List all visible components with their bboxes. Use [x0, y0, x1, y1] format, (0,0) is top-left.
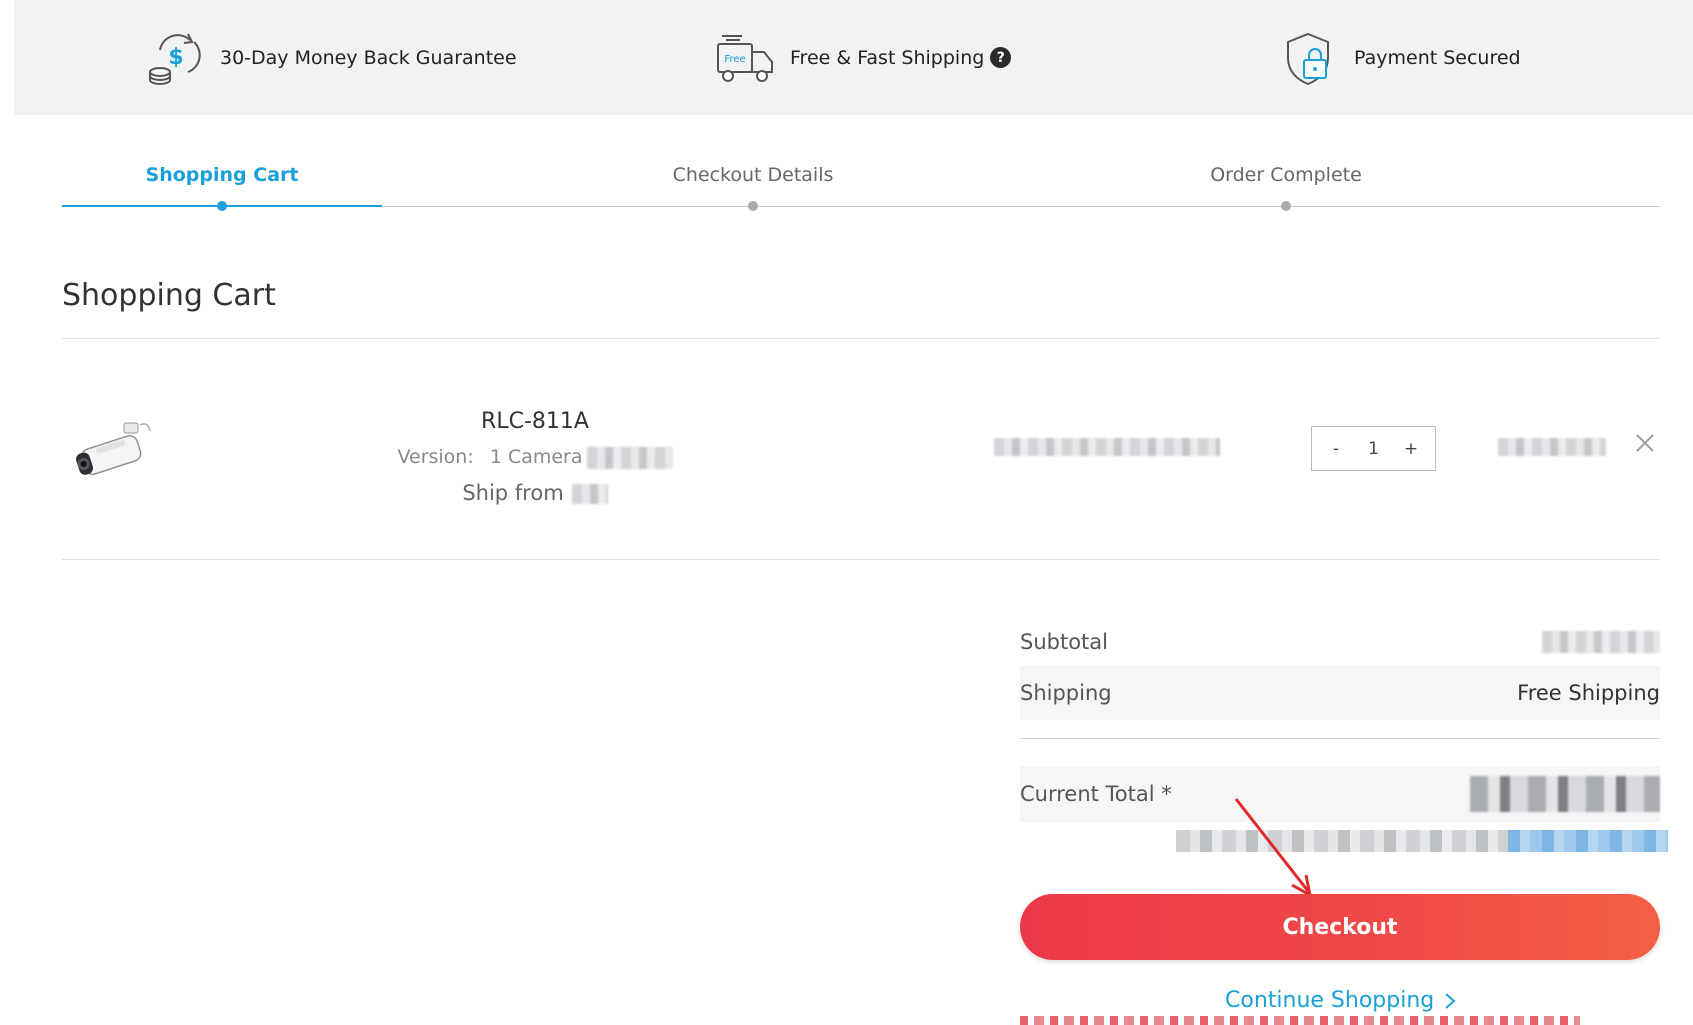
shipping-row: Shipping Free Shipping [1020, 666, 1660, 720]
redacted-unit-price [994, 438, 1220, 456]
total-row: Current Total * [1020, 766, 1660, 822]
step-label: Shopping Cart [145, 164, 299, 186]
ship-from-label: Ship from [462, 481, 564, 505]
step-label: Order Complete [1210, 164, 1362, 186]
money-back-icon: $ [142, 26, 206, 90]
divider [62, 559, 1660, 560]
product-info: RLC-811A Version: 1 Camera Ship from [360, 405, 710, 511]
remove-item-icon[interactable] [1632, 430, 1658, 456]
benefit-label-text: Free & Fast Shipping [790, 46, 985, 69]
benefit-secure: Payment Secured [1276, 0, 1521, 115]
version-value: 1 Camera [489, 446, 583, 468]
summary-divider [1020, 738, 1660, 739]
total-label: Current Total * [1020, 782, 1172, 806]
product-image[interactable] [68, 415, 168, 483]
svg-text:$: $ [168, 45, 183, 70]
free-badge-text: Free [724, 54, 745, 65]
subtotal-label: Subtotal [1020, 630, 1108, 654]
version-label: Version: [397, 446, 474, 468]
step-dot [748, 201, 758, 211]
checkout-steps: Shopping Cart Checkout Details Order Com… [62, 160, 1660, 212]
redacted-total [1470, 776, 1660, 812]
continue-shopping-link[interactable]: Continue Shopping [1225, 988, 1456, 1013]
product-version: Version: 1 Camera [360, 439, 710, 475]
benefits-bar: $ 30-Day Money Back Guarantee Free Free … [14, 0, 1693, 115]
quantity-stepper: - 1 + [1311, 426, 1436, 471]
product-ship-from: Ship from [360, 475, 710, 511]
redacted-version [586, 446, 673, 469]
continue-shopping-label: Continue Shopping [1225, 988, 1435, 1013]
redacted-disclaimer [1020, 1016, 1580, 1025]
increase-quantity-button[interactable]: + [1401, 439, 1421, 459]
quantity-value[interactable]: 1 [1368, 439, 1379, 459]
help-icon[interactable]: ? [990, 47, 1012, 68]
checkout-button[interactable]: Checkout [1020, 894, 1660, 960]
benefit-money-back: $ 30-Day Money Back Guarantee [142, 0, 517, 115]
page-title: Shopping Cart [62, 278, 276, 313]
step-label: Checkout Details [672, 164, 834, 186]
free-shipping-truck-icon: Free [712, 26, 776, 90]
redacted-line-total [1498, 438, 1606, 456]
redacted-note [1176, 830, 1668, 852]
chevron-right-icon [1445, 992, 1456, 1009]
subtotal-row: Subtotal [1020, 615, 1660, 669]
redacted-ship-origin [571, 484, 608, 504]
shipping-label: Shipping [1020, 681, 1112, 705]
secure-payment-shield-icon [1276, 26, 1340, 90]
shipping-value: Free Shipping [1517, 681, 1660, 705]
step-shopping-cart[interactable]: Shopping Cart [62, 160, 382, 211]
redacted-subtotal [1542, 631, 1660, 653]
step-dot [217, 201, 227, 211]
step-order-complete[interactable]: Order Complete [1126, 160, 1446, 211]
benefit-label: Payment Secured [1354, 46, 1521, 69]
benefit-label: 30-Day Money Back Guarantee [220, 46, 517, 69]
redacted-note-link [1508, 830, 1668, 852]
benefit-label: Free & Fast Shipping ? [790, 46, 1012, 69]
product-name[interactable]: RLC-811A [360, 405, 710, 439]
decrease-quantity-button[interactable]: - [1326, 439, 1346, 459]
step-checkout-details[interactable]: Checkout Details [593, 160, 913, 211]
step-dot [1281, 201, 1291, 211]
benefit-shipping: Free Free & Fast Shipping ? [712, 0, 1012, 115]
divider [62, 338, 1660, 339]
